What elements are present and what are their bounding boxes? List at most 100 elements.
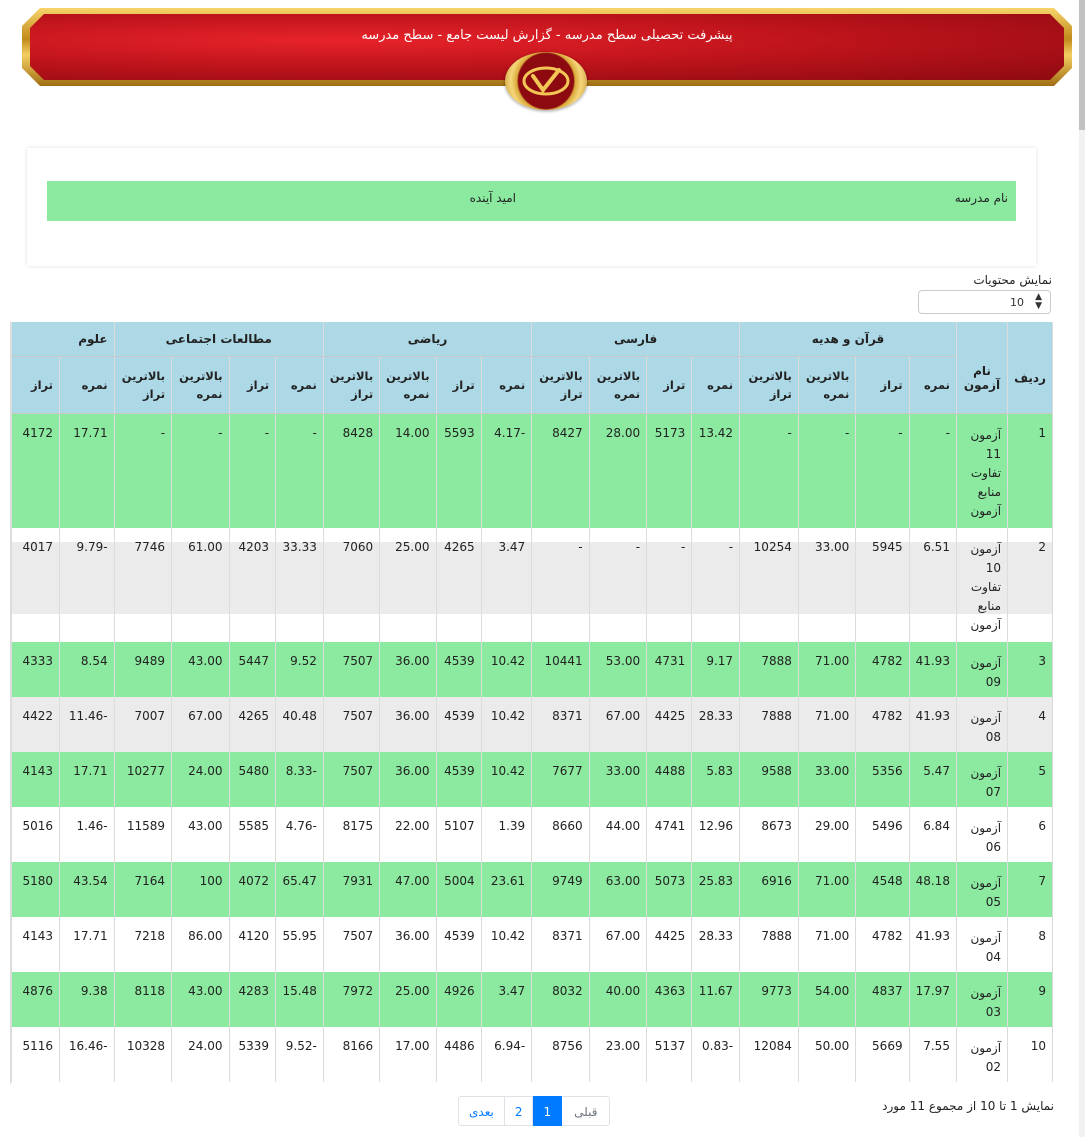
table-cell: 6916 [739,861,799,917]
table-cell: 9.17 [691,641,741,697]
table-cell: 10277 [113,751,173,807]
sub-header-taraz[interactable]: تراز [646,356,693,414]
page-length-label: نمایش محتویات [973,273,1052,287]
sub-header-max-score[interactable]: بالاترین نمره [588,356,648,414]
table-cell: 7888 [739,696,799,752]
scrollbar-thumb[interactable] [1079,0,1085,130]
table-cell: 7507 [322,751,381,807]
table-cell: 61.00 [171,527,230,642]
sub-header-taraz[interactable]: تراز [855,356,910,414]
sub-header-max-taraz[interactable]: بالاترین تراز [322,356,381,414]
table-cell: 17.97 [908,971,957,1027]
sub-header-max-score[interactable]: بالاترین نمره [797,356,857,414]
school-card: نام مدرسه امید آینده [27,148,1036,266]
sub-header-max-score[interactable]: بالاترین نمره [379,356,437,414]
pagination-prev[interactable]: قبلی [561,1096,611,1126]
table-cell: 5116 [11,1026,61,1082]
row-index: 7 [1007,861,1053,917]
table-cell: -4.76 [275,806,324,862]
table-cell: -1.46 [59,806,115,862]
sub-header-score[interactable]: نمره [275,356,324,414]
table-cell: 8371 [531,696,590,752]
table-cell: 65.47 [275,861,324,917]
exam-name: آزمون 03 [955,971,1009,1027]
col-index-header[interactable]: ردیف [1007,322,1053,414]
table-cell: 28.00 [588,413,648,528]
sub-header-max-taraz[interactable]: بالاترین تراز [531,356,590,414]
table-cell: 5945 [855,527,910,642]
table-cell: 10.42 [480,916,533,972]
table-cell: 8371 [531,916,590,972]
table-cell: 5593 [435,413,482,528]
table-cell: - [171,413,230,528]
sub-header-max-taraz[interactable]: بالاترین تراز [739,356,799,414]
sub-header-max-taraz[interactable]: بالاترین تراز [113,356,173,414]
table-cell: 4488 [646,751,693,807]
sub-header-taraz[interactable]: تراز [435,356,482,414]
sub-header-score[interactable]: نمره [691,356,741,414]
row-index: 8 [1007,916,1053,972]
exam-name: آزمون 08 [955,696,1009,752]
page-scrollbar[interactable] [1079,0,1085,1137]
pagination-next[interactable]: بعدی [458,1096,505,1126]
table-cell: 5016 [11,806,61,862]
table-cell: 28.33 [691,696,741,752]
exam-name: آزمون 02 [955,1026,1009,1082]
table-row: 7 آزمون 05 48.18 4548 71.00 6916 25.83 5073 63.0… [11,861,1053,917]
table-cell: 48.18 [908,861,957,917]
table-cell: 8032 [531,971,590,1027]
table-cell: 17.71 [59,916,115,972]
table-cell: 53.00 [588,641,648,697]
sub-header-score[interactable]: نمره [59,356,115,414]
table-cell: 7888 [739,916,799,972]
table-cell: 25.83 [691,861,741,917]
table-cell: 4539 [435,641,482,697]
table-cell: 4363 [646,971,693,1027]
table-cell: 4782 [855,641,910,697]
page-length-select[interactable]: 10 ▲ ▼ [918,290,1051,314]
pagination-page-2[interactable]: 2 [503,1096,534,1126]
sub-header-taraz[interactable]: تراز [228,356,277,414]
table-cell: 5480 [228,751,277,807]
results-table-container[interactable]: ردیف نام آزمون قرآن و هدیه فارسی ریاضی م… [10,322,1053,1084]
table-cell: 4172 [11,413,61,528]
table-cell: 5073 [646,861,693,917]
table-cell: 9489 [113,641,173,697]
group-header-science: علوم [11,322,115,357]
sub-header-taraz[interactable]: تراز [11,356,61,414]
table-cell: -16.46 [59,1026,115,1082]
table-cell: 4143 [11,751,61,807]
table-cell: 9773 [739,971,799,1027]
table-cell: 100 [171,861,230,917]
sub-header-score[interactable]: نمره [908,356,957,414]
table-cell: 5.47 [908,751,957,807]
table-cell: 8673 [739,806,799,862]
table-cell: 40.00 [588,971,648,1027]
table-cell: 9.52 [275,641,324,697]
school-label: نام مدرسه [954,191,1008,205]
sub-header-score[interactable]: نمره [480,356,533,414]
sub-header-max-score[interactable]: بالاترین نمره [171,356,230,414]
page-title: پیشرفت تحصیلی سطح مدرسه - گزارش لیست جام… [361,28,733,43]
exam-name: آزمون 07 [955,751,1009,807]
table-cell: 8166 [322,1026,381,1082]
col-name-header[interactable]: نام آزمون [955,322,1009,414]
select-arrows-icon: ▲ ▼ [1035,292,1042,311]
school-name: امید آینده [469,191,516,205]
table-cell: 36.00 [379,916,437,972]
table-cell: 12.96 [691,806,741,862]
table-cell: 6.84 [908,806,957,862]
table-row: 3 آزمون 09 41.93 4782 71.00 7888 9.17 4731 53.00… [11,641,1053,697]
table-cell: 4017 [11,527,61,642]
table-cell: -4.17 [480,413,533,528]
pagination: قبلی 1 2 بعدی [458,1096,611,1126]
table-cell: 7507 [322,916,381,972]
table-cell: 5496 [855,806,910,862]
table-cell: 23.00 [588,1026,648,1082]
table-cell: 13.42 [691,413,741,528]
table-cell: 17.71 [59,413,115,528]
table-cell: 4486 [435,1026,482,1082]
table-info: نمایش 1 تا 10 از مجموع 11 مورد [882,1099,1054,1113]
pagination-page-1[interactable]: 1 [532,1096,563,1126]
table-cell: 5107 [435,806,482,862]
